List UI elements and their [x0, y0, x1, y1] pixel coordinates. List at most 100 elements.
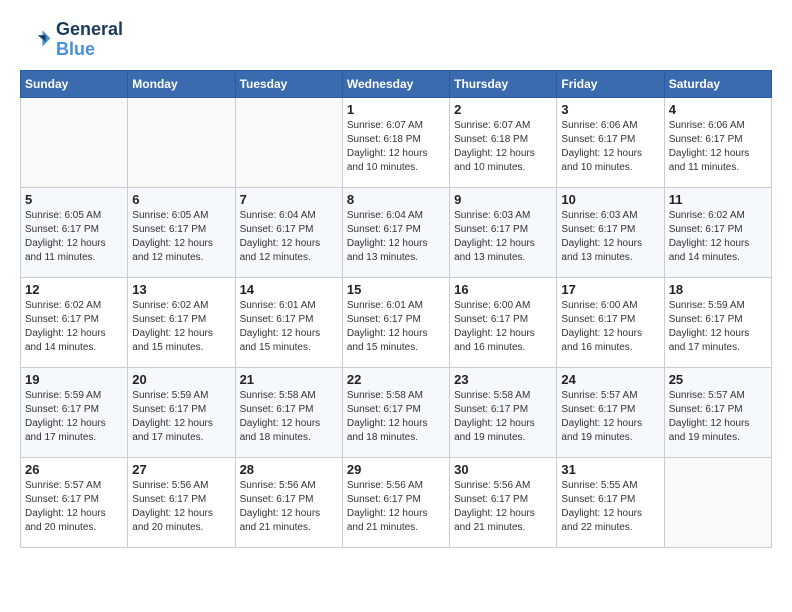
day-number: 24 — [561, 372, 659, 387]
day-info: Sunrise: 5:58 AMSunset: 6:17 PMDaylight:… — [347, 389, 445, 445]
calendar-cell: 15 Sunrise: 6:01 AMSunset: 6:17 PMDayligh… — [342, 277, 449, 367]
day-info: Sunrise: 6:01 AMSunset: 6:17 PMDaylight:… — [347, 299, 445, 355]
day-info: Sunrise: 5:57 AMSunset: 6:17 PMDaylight:… — [25, 479, 123, 535]
calendar: SundayMondayTuesdayWednesdayThursdayFrid… — [20, 70, 772, 548]
day-info: Sunrise: 5:55 AMSunset: 6:17 PMDaylight:… — [561, 479, 659, 535]
day-number: 22 — [347, 372, 445, 387]
calendar-cell: 14 Sunrise: 6:01 AMSunset: 6:17 PMDayligh… — [235, 277, 342, 367]
day-info: Sunrise: 6:01 AMSunset: 6:17 PMDaylight:… — [240, 299, 338, 355]
calendar-cell: 31 Sunrise: 5:55 AMSunset: 6:17 PMDayligh… — [557, 457, 664, 547]
day-info: Sunrise: 5:56 AMSunset: 6:17 PMDaylight:… — [454, 479, 552, 535]
calendar-cell: 27 Sunrise: 5:56 AMSunset: 6:17 PMDayligh… — [128, 457, 235, 547]
day-info: Sunrise: 6:06 AMSunset: 6:17 PMDaylight:… — [561, 119, 659, 175]
day-number: 11 — [669, 192, 767, 207]
day-info: Sunrise: 6:03 AMSunset: 6:17 PMDaylight:… — [561, 209, 659, 265]
calendar-cell — [21, 97, 128, 187]
day-number: 16 — [454, 282, 552, 297]
calendar-cell: 4 Sunrise: 6:06 AMSunset: 6:17 PMDaylight… — [664, 97, 771, 187]
calendar-cell: 28Sunrise: 5:56 AMSunset: 6:17 PMDayligh… — [235, 457, 342, 547]
day-info: Sunrise: 6:04 AMSunset: 6:17 PMDaylight:… — [240, 209, 338, 265]
day-number: 12 — [25, 282, 123, 297]
calendar-cell: 11 Sunrise: 6:02 AMSunset: 6:17 PMDayligh… — [664, 187, 771, 277]
day-number: 13 — [132, 282, 230, 297]
day-info: Sunrise: 5:59 AMSunset: 6:17 PMDaylight:… — [669, 299, 767, 355]
calendar-cell: 13Sunrise: 6:02 AMSunset: 6:17 PMDayligh… — [128, 277, 235, 367]
day-number: 17 — [561, 282, 659, 297]
day-info: Sunrise: 5:56 AMSunset: 6:17 PMDaylight:… — [132, 479, 230, 535]
day-number: 23 — [454, 372, 552, 387]
day-info: Sunrise: 6:06 AMSunset: 6:17 PMDaylight:… — [669, 119, 767, 175]
day-info: Sunrise: 5:57 AMSunset: 6:17 PMDaylight:… — [669, 389, 767, 445]
day-header-thursday: Thursday — [450, 70, 557, 97]
day-info: Sunrise: 5:59 AMSunset: 6:17 PMDaylight:… — [132, 389, 230, 445]
day-info: Sunrise: 5:56 AMSunset: 6:17 PMDaylight:… — [240, 479, 338, 535]
day-number: 18 — [669, 282, 767, 297]
day-number: 21 — [240, 372, 338, 387]
day-number: 31 — [561, 462, 659, 477]
day-number: 5 — [25, 192, 123, 207]
calendar-cell — [235, 97, 342, 187]
day-info: Sunrise: 6:00 AMSunset: 6:17 PMDaylight:… — [454, 299, 552, 355]
day-number: 15 — [347, 282, 445, 297]
calendar-cell: 10 Sunrise: 6:03 AMSunset: 6:17 PMDayligh… — [557, 187, 664, 277]
header: GeneralBlue — [20, 20, 772, 60]
calendar-cell: 26Sunrise: 5:57 AMSunset: 6:17 PMDayligh… — [21, 457, 128, 547]
day-info: Sunrise: 6:00 AMSunset: 6:17 PMDaylight:… — [561, 299, 659, 355]
day-header-monday: Monday — [128, 70, 235, 97]
day-info: Sunrise: 6:03 AMSunset: 6:17 PMDaylight:… — [454, 209, 552, 265]
day-info: Sunrise: 6:07 AMSunset: 6:18 PMDaylight:… — [454, 119, 552, 175]
day-info: Sunrise: 5:58 AMSunset: 6:17 PMDaylight:… — [240, 389, 338, 445]
calendar-week-2: 5 Sunrise: 6:05 AMSunset: 6:17 PMDaylight… — [21, 187, 772, 277]
day-number: 19 — [25, 372, 123, 387]
day-number: 3 — [561, 102, 659, 117]
logo-icon — [20, 24, 52, 56]
day-info: Sunrise: 6:05 AMSunset: 6:17 PMDaylight:… — [132, 209, 230, 265]
calendar-cell: 16 Sunrise: 6:00 AMSunset: 6:17 PMDayligh… — [450, 277, 557, 367]
calendar-week-3: 12 Sunrise: 6:02 AMSunset: 6:17 PMDayligh… — [21, 277, 772, 367]
day-number: 9 — [454, 192, 552, 207]
day-info: Sunrise: 6:07 AMSunset: 6:18 PMDaylight:… — [347, 119, 445, 175]
day-header-wednesday: Wednesday — [342, 70, 449, 97]
day-number: 4 — [669, 102, 767, 117]
logo: GeneralBlue — [20, 20, 123, 60]
calendar-cell: 18 Sunrise: 5:59 AMSunset: 6:17 PMDayligh… — [664, 277, 771, 367]
day-info: Sunrise: 5:57 AMSunset: 6:17 PMDaylight:… — [561, 389, 659, 445]
calendar-cell: 21 Sunrise: 5:58 AMSunset: 6:17 PMDayligh… — [235, 367, 342, 457]
calendar-cell: 2 Sunrise: 6:07 AMSunset: 6:18 PMDaylight… — [450, 97, 557, 187]
calendar-cell: 3 Sunrise: 6:06 AMSunset: 6:17 PMDaylight… — [557, 97, 664, 187]
calendar-cell: 12 Sunrise: 6:02 AMSunset: 6:17 PMDayligh… — [21, 277, 128, 367]
day-info: Sunrise: 6:02 AMSunset: 6:17 PMDaylight:… — [669, 209, 767, 265]
calendar-week-5: 26Sunrise: 5:57 AMSunset: 6:17 PMDayligh… — [21, 457, 772, 547]
calendar-cell: 6 Sunrise: 6:05 AMSunset: 6:17 PMDaylight… — [128, 187, 235, 277]
day-number: 25 — [669, 372, 767, 387]
calendar-cell: 22 Sunrise: 5:58 AMSunset: 6:17 PMDayligh… — [342, 367, 449, 457]
day-number: 8 — [347, 192, 445, 207]
calendar-cell: 29 Sunrise: 5:56 AMSunset: 6:17 PMDayligh… — [342, 457, 449, 547]
calendar-week-4: 19 Sunrise: 5:59 AMSunset: 6:17 PMDayligh… — [21, 367, 772, 457]
day-info: Sunrise: 5:59 AMSunset: 6:17 PMDaylight:… — [25, 389, 123, 445]
day-info: Sunrise: 6:05 AMSunset: 6:17 PMDaylight:… — [25, 209, 123, 265]
day-number: 7 — [240, 192, 338, 207]
calendar-cell: 25 Sunrise: 5:57 AMSunset: 6:17 PMDayligh… — [664, 367, 771, 457]
day-info: Sunrise: 5:56 AMSunset: 6:17 PMDaylight:… — [347, 479, 445, 535]
calendar-cell: 19 Sunrise: 5:59 AMSunset: 6:17 PMDayligh… — [21, 367, 128, 457]
day-number: 2 — [454, 102, 552, 117]
day-number: 14 — [240, 282, 338, 297]
day-header-tuesday: Tuesday — [235, 70, 342, 97]
day-info: Sunrise: 6:02 AMSunset: 6:17 PMDaylight:… — [25, 299, 123, 355]
day-number: 6 — [132, 192, 230, 207]
day-number: 27 — [132, 462, 230, 477]
calendar-cell: 9 Sunrise: 6:03 AMSunset: 6:17 PMDaylight… — [450, 187, 557, 277]
day-info: Sunrise: 6:04 AMSunset: 6:17 PMDaylight:… — [347, 209, 445, 265]
day-number: 29 — [347, 462, 445, 477]
logo-text: GeneralBlue — [56, 20, 123, 60]
calendar-cell: 5 Sunrise: 6:05 AMSunset: 6:17 PMDaylight… — [21, 187, 128, 277]
calendar-cell: 7 Sunrise: 6:04 AMSunset: 6:17 PMDaylight… — [235, 187, 342, 277]
day-number: 30 — [454, 462, 552, 477]
calendar-cell: 8 Sunrise: 6:04 AMSunset: 6:17 PMDaylight… — [342, 187, 449, 277]
calendar-cell: 20Sunrise: 5:59 AMSunset: 6:17 PMDayligh… — [128, 367, 235, 457]
day-number: 10 — [561, 192, 659, 207]
calendar-cell: 1Sunrise: 6:07 AMSunset: 6:18 PMDaylight… — [342, 97, 449, 187]
calendar-cell: 17 Sunrise: 6:00 AMSunset: 6:17 PMDayligh… — [557, 277, 664, 367]
day-header-sunday: Sunday — [21, 70, 128, 97]
